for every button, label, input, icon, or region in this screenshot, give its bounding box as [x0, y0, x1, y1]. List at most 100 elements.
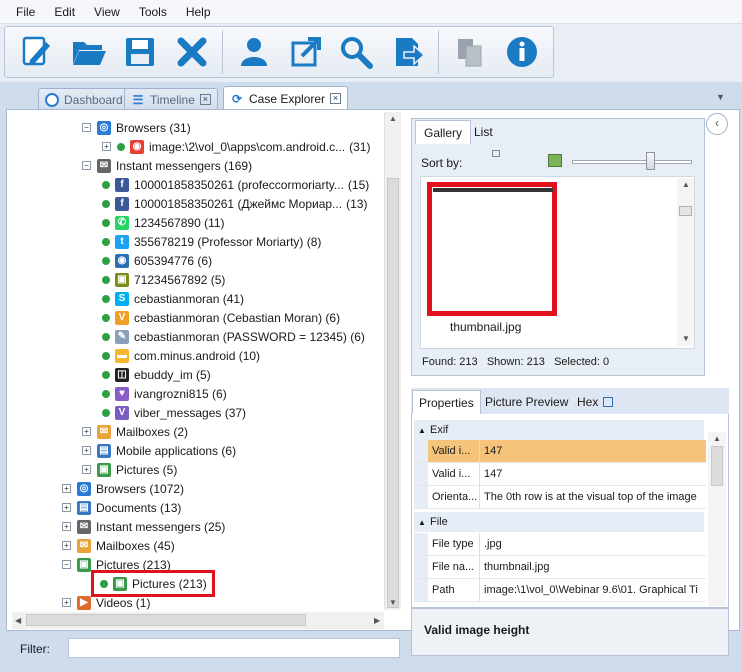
- menu-help[interactable]: Help: [186, 5, 211, 19]
- tree-node[interactable]: − ◎ Browsers (31): [82, 118, 191, 137]
- property-row[interactable]: Valid i... 147: [414, 463, 706, 486]
- tree-node[interactable]: + ✉ Mailboxes (45): [62, 536, 175, 555]
- open-folder-icon[interactable]: [67, 30, 111, 74]
- tab-case-explorer[interactable]: ⟳ Case Explorer ×: [223, 86, 349, 110]
- timeline-icon: ☰: [132, 92, 144, 107]
- property-row[interactable]: File type .jpg: [414, 533, 706, 556]
- scroll-thumb[interactable]: [26, 614, 306, 626]
- property-row[interactable]: Path image:\1\vol_0\Webinar 9.6\01. Graph…: [414, 579, 706, 602]
- tree-node[interactable]: ◫ ebuddy_im (5): [102, 365, 211, 384]
- tab-picture-preview[interactable]: Picture Preview: [479, 390, 574, 414]
- copy-icon[interactable]: [448, 30, 492, 74]
- tab-hex[interactable]: Hex: [571, 390, 619, 414]
- tree-node-label: Mobile applications (6): [116, 443, 237, 458]
- tree-node[interactable]: Vcebastianmoran (Cebastian Moran) (6): [102, 308, 340, 327]
- property-row[interactable]: Valid i... 147: [414, 440, 706, 463]
- tree-node[interactable]: Scebastianmoran (41): [102, 289, 244, 308]
- tree-node[interactable]: ♥ ivangrozni815 (6): [102, 384, 227, 403]
- info-icon[interactable]: [500, 30, 544, 74]
- collapse-panel-icon[interactable]: ‹: [706, 113, 728, 135]
- menu-tools[interactable]: Tools: [139, 5, 167, 19]
- tree-node[interactable]: f 100001858350261 (Джеймс Мориар... (13): [102, 194, 367, 213]
- section-exif[interactable]: ▲ Exif: [414, 420, 704, 440]
- tree-node[interactable]: + ✉ Instant messengers (25): [62, 517, 225, 536]
- close-icon[interactable]: ×: [199, 94, 211, 105]
- save-icon[interactable]: [118, 30, 162, 74]
- scroll-thumb[interactable]: [679, 206, 692, 216]
- tree-node[interactable]: f 100001858350261 (profeccormoriarty... (1…: [102, 175, 369, 194]
- tab-properties[interactable]: Properties: [412, 390, 481, 414]
- tree-node[interactable]: + ▤ Documents (13): [62, 498, 181, 517]
- tree-node[interactable]: ▣ 71234567892 (5): [102, 270, 225, 289]
- chevron-down-icon[interactable]: ▼: [716, 92, 725, 102]
- expand-icon[interactable]: +: [102, 142, 111, 151]
- scroll-up-icon[interactable]: ▲: [389, 114, 397, 123]
- tree-node[interactable]: t 355678219 (Professor Moriarty) (8): [102, 232, 321, 251]
- delete-icon[interactable]: [170, 30, 214, 74]
- section-file[interactable]: ▲ File: [414, 512, 704, 532]
- import-icon[interactable]: [386, 30, 430, 74]
- scroll-left-icon[interactable]: ◀: [15, 616, 21, 625]
- scroll-down-icon[interactable]: ▼: [682, 334, 690, 343]
- user-icon[interactable]: [232, 30, 276, 74]
- menu-view[interactable]: View: [94, 5, 120, 19]
- expand-icon[interactable]: +: [62, 598, 71, 607]
- scroll-down-icon[interactable]: ▼: [389, 598, 397, 607]
- tree-node[interactable]: + ▣ Pictures (5): [82, 460, 177, 479]
- thumbnail-image[interactable]: [427, 182, 557, 316]
- tree-node[interactable]: + ✉ Mailboxes (2): [82, 422, 188, 441]
- collapse-icon[interactable]: ▲: [414, 426, 430, 435]
- tree-node[interactable]: − ✉ Instant messengers (169): [82, 156, 252, 175]
- status-dot-icon: [102, 199, 110, 208]
- collapse-icon[interactable]: −: [62, 560, 71, 569]
- thumbnail-size-slider[interactable]: [572, 160, 692, 164]
- property-row[interactable]: Orienta... The 0th row is at the visual t…: [414, 486, 706, 509]
- tree-node[interactable]: ◉ 605394776 (6): [102, 251, 212, 270]
- expand-icon[interactable]: +: [62, 503, 71, 512]
- expand-icon[interactable]: +: [82, 427, 91, 436]
- properties-scrollbar[interactable]: ▲: [708, 432, 726, 606]
- filter-input[interactable]: [68, 638, 400, 658]
- tree-node[interactable]: + ◎ Browsers (1072): [62, 479, 184, 498]
- tab-dashboard[interactable]: Dashboard: [38, 88, 130, 110]
- export-icon[interactable]: [284, 30, 328, 74]
- tree-node[interactable]: Vviber_messages (37): [102, 403, 246, 422]
- tree-node[interactable]: ▬ com.minus.android (10): [102, 346, 260, 365]
- collapse-icon[interactable]: −: [82, 161, 91, 170]
- tree-horizontal-scrollbar[interactable]: ◀ ▶: [12, 612, 384, 629]
- tree-node-count: (31): [349, 139, 371, 154]
- scroll-thumb[interactable]: [387, 178, 399, 608]
- collapse-icon[interactable]: ▲: [414, 518, 430, 527]
- tab-list[interactable]: List: [466, 120, 501, 144]
- tree-node[interactable]: ✆ 1234567890 (11): [102, 213, 225, 232]
- search-icon[interactable]: [334, 30, 378, 74]
- gallery-scrollbar[interactable]: ▲ ▼: [677, 178, 694, 346]
- tree-vertical-scrollbar[interactable]: ▲ ▼: [384, 112, 401, 610]
- property-row[interactable]: File na... thumbnail.jpg: [414, 556, 706, 579]
- menu-edit[interactable]: Edit: [54, 5, 75, 19]
- close-icon[interactable]: ×: [330, 93, 342, 104]
- expand-icon[interactable]: +: [62, 484, 71, 493]
- edit-icon[interactable]: [14, 30, 58, 74]
- scroll-up-icon[interactable]: ▲: [713, 434, 721, 443]
- collapse-icon[interactable]: −: [82, 123, 91, 132]
- slider-thumb[interactable]: [646, 152, 655, 170]
- tree-node[interactable]: + ◉ image:\2\vol_0\apps\com.android.c... (3…: [102, 137, 370, 156]
- expand-icon[interactable]: +: [62, 522, 71, 531]
- expand-icon[interactable]: +: [82, 446, 91, 455]
- tree-node[interactable]: + ▤ Mobile applications (6): [82, 441, 236, 460]
- tab-gallery[interactable]: Gallery: [415, 120, 472, 144]
- expand-icon[interactable]: +: [62, 541, 71, 550]
- scroll-up-icon[interactable]: ▲: [682, 180, 690, 189]
- scroll-thumb[interactable]: [711, 446, 723, 486]
- property-key: File type: [428, 533, 480, 555]
- expand-icon[interactable]: +: [82, 465, 91, 474]
- tree-node[interactable]: ✎ cebastianmoran (PASSWORD = 12345) (6): [102, 327, 365, 346]
- status-dot-icon: [102, 180, 110, 189]
- menu-file[interactable]: File: [16, 5, 35, 19]
- scroll-right-icon[interactable]: ▶: [374, 616, 380, 625]
- picture-icon: ▣: [97, 462, 111, 477]
- tab-timeline[interactable]: ☰ Timeline ×: [124, 88, 218, 110]
- sort-icon[interactable]: [492, 150, 500, 157]
- skype-icon: S: [115, 291, 129, 306]
